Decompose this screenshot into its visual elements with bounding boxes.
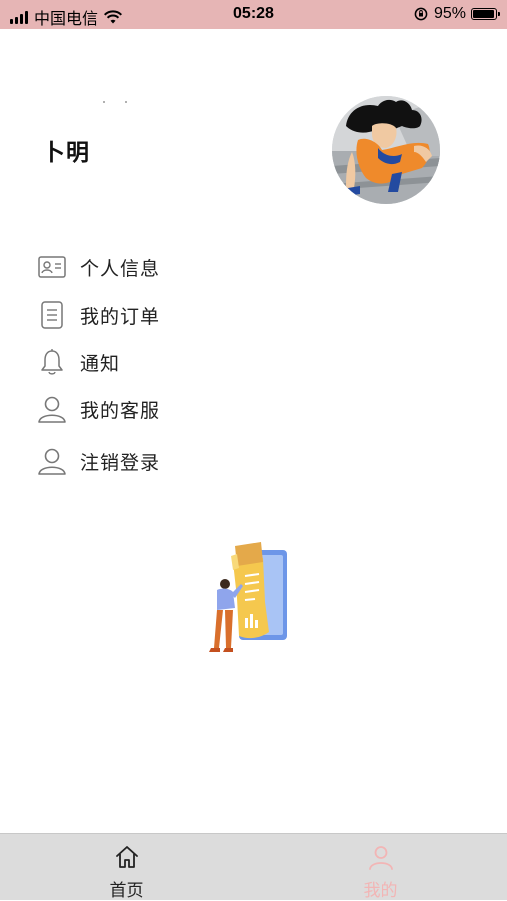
menu-item-customer-service[interactable]: 我的客服 — [37, 389, 297, 429]
tab-home[interactable]: 首页 — [0, 834, 253, 901]
rotation-lock-icon — [414, 7, 428, 21]
menu-item-logout[interactable]: 注销登录 — [37, 441, 297, 481]
menu-item-notifications[interactable]: 通知 — [37, 342, 297, 382]
tab-bar: 首页 我的 — [0, 833, 507, 901]
menu-item-personal-info[interactable]: 个人信息 — [37, 247, 297, 287]
battery-level — [473, 10, 494, 18]
decorative-illustration — [205, 540, 295, 655]
username: 卜明 — [42, 140, 90, 166]
home-icon — [115, 846, 138, 868]
battery-icon — [471, 8, 500, 20]
bell-icon — [37, 347, 67, 377]
battery-percent: 95% — [433, 5, 466, 22]
avatar-image — [332, 96, 440, 204]
status-right: 95% — [414, 5, 500, 23]
user-icon — [37, 446, 67, 476]
document-icon — [37, 300, 67, 330]
menu-item-label: 我的订单 — [80, 305, 161, 328]
user-icon — [368, 846, 393, 870]
user-icon — [37, 394, 67, 424]
status-bar: 中国电信 05:28 95% — [0, 0, 507, 29]
avatar[interactable] — [332, 96, 440, 204]
tab-mine[interactable]: 我的 — [254, 834, 507, 901]
tab-label: 首页 — [109, 881, 144, 901]
document-illustration — [209, 542, 287, 652]
menu-item-label: 注销登录 — [80, 451, 161, 474]
menu-item-orders[interactable]: 我的订单 — [37, 295, 297, 335]
menu-item-label: 个人信息 — [80, 257, 161, 280]
tab-label: 我的 — [363, 881, 398, 901]
menu-item-label: 通知 — [80, 352, 121, 375]
id-card-icon — [37, 252, 67, 282]
menu-item-label: 我的客服 — [80, 399, 161, 422]
decorative-dots — [103, 101, 127, 103]
